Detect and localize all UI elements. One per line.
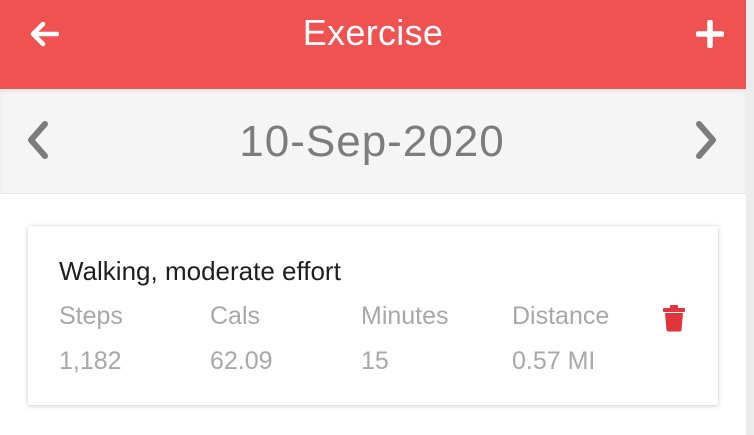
stat-label: Steps [59,302,123,330]
stat-value: 0.57 MI [512,347,596,375]
stat-label: Minutes [361,302,449,330]
stat-value: 62.09 [210,347,273,375]
selected-date: 10-Sep-2020 [239,117,505,166]
page-title: Exercise [302,12,444,53]
chevron-right-icon [696,121,716,159]
delete-entry-button[interactable] [660,302,688,334]
trash-icon [663,305,685,332]
next-day-button[interactable] [688,117,724,163]
stat-label: Distance [512,302,610,330]
stat-steps: Steps 1,182 [59,302,199,376]
exercise-name: Walking, moderate effort [59,256,341,286]
app-header: Exercise [0,0,746,89]
stat-minutes: Minutes 15 [361,302,501,376]
edge-strip [746,0,754,435]
stat-distance: Distance 0.57 MI [512,302,652,376]
plus-icon [696,20,724,48]
stat-cals: Cals 62.09 [210,302,350,376]
exercise-screen: Exercise 10-Sep-2020 Walking, moderate e… [0,0,746,435]
stat-label: Cals [210,302,261,330]
exercise-entry-card[interactable]: Walking, moderate effort Steps 1,182 Cal… [28,226,718,405]
stat-value: 15 [361,347,389,375]
add-exercise-button[interactable] [690,14,730,54]
date-navigator: 10-Sep-2020 [0,89,746,194]
stat-value: 1,182 [59,347,122,375]
